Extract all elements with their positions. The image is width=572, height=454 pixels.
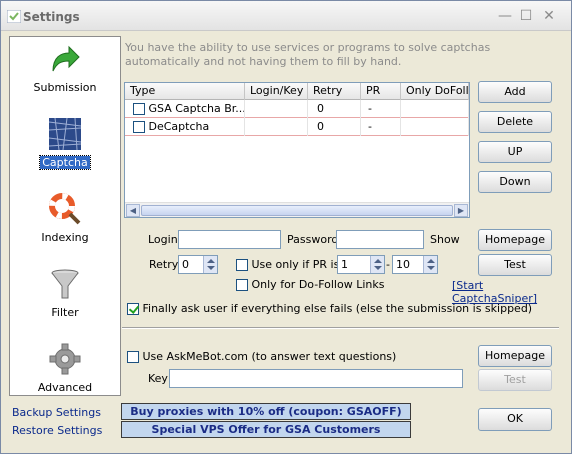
table-row[interactable]: GSA Captcha Br... 0 -	[125, 100, 469, 118]
askmebot-checkbox[interactable]	[127, 351, 139, 363]
add-button[interactable]: Add	[478, 81, 552, 103]
divider	[122, 327, 559, 329]
sidebar-item-captcha[interactable]: Captcha	[10, 114, 120, 188]
finally-ask-option[interactable]: Finally ask user if everything else fail…	[127, 302, 532, 315]
settings-window: Settings — ☐ ✕ Submission Captcha Indexi…	[0, 0, 572, 454]
login-label: Login	[148, 233, 178, 246]
dofollow-checkbox[interactable]	[236, 279, 248, 291]
close-button[interactable]: ✕	[541, 8, 557, 24]
gear-icon	[49, 343, 81, 375]
sidebar-item-submission[interactable]: Submission	[10, 39, 120, 113]
row-login	[245, 100, 308, 118]
pr-range-separator: -	[386, 258, 390, 271]
row-pr: -	[361, 118, 401, 136]
column-header-pr[interactable]: PR	[361, 83, 401, 100]
askmebot-option[interactable]: Use AskMeBot.com (to answer text questio…	[127, 350, 396, 363]
sidebar-item-label: Captcha	[39, 155, 91, 170]
key-input[interactable]	[169, 369, 463, 388]
row-checkbox[interactable]	[133, 121, 145, 133]
sidebar: Submission Captcha Indexing Filter Advan…	[9, 36, 121, 396]
row-pr: -	[361, 100, 401, 118]
finally-ask-checkbox[interactable]	[127, 303, 139, 315]
askmebot-homepage-button[interactable]: Homepage	[478, 345, 552, 367]
horizontal-scrollbar[interactable]: ◀ ▶	[125, 202, 469, 217]
row-dofollow	[401, 100, 469, 118]
table-row[interactable]: DeCaptcha 0 -	[125, 118, 469, 136]
down-button[interactable]: Down	[478, 171, 552, 193]
column-header-type[interactable]: Type	[125, 83, 245, 100]
use-pr-option[interactable]: Use only if PR is	[236, 258, 339, 271]
ok-button[interactable]: OK	[478, 408, 552, 431]
grid-header: Type Login/Key Retry PR Only DoFollow	[125, 83, 469, 100]
row-login	[245, 118, 308, 136]
column-header-retry[interactable]: Retry	[308, 83, 361, 100]
row-checkbox[interactable]	[133, 103, 145, 115]
scroll-thumb[interactable]	[141, 205, 453, 216]
sidebar-item-label: Advanced	[37, 381, 93, 394]
captcha-icon	[49, 118, 81, 150]
up-button[interactable]: UP	[478, 141, 552, 163]
sidebar-item-indexing[interactable]: Indexing	[10, 189, 120, 263]
row-type: DeCaptcha	[148, 120, 210, 133]
pr-to-stepper[interactable]: 10	[392, 255, 438, 274]
spin-icon[interactable]	[203, 256, 217, 273]
pr-to-value: 10	[396, 258, 410, 271]
row-retry: 0	[308, 118, 361, 136]
app-icon	[7, 10, 21, 23]
lifebuoy-magnifier-icon	[49, 193, 81, 225]
dofollow-option[interactable]: Only for Do-Follow Links	[236, 278, 384, 291]
green-arrow-icon	[52, 45, 80, 72]
sidebar-item-label: Submission	[33, 81, 97, 94]
captcha-description: You have the ability to use services or …	[125, 41, 491, 68]
key-label: Key	[148, 372, 168, 385]
spin-icon[interactable]	[423, 256, 437, 273]
vps-offer-banner[interactable]: Special VPS Offer for GSA Customers	[121, 421, 411, 438]
window-title: Settings	[23, 10, 80, 24]
row-retry: 0	[308, 100, 361, 118]
askmebot-test-button[interactable]: Test	[478, 369, 552, 391]
proxies-offer-banner[interactable]: Buy proxies with 10% off (coupon: GSAOFF…	[121, 403, 411, 420]
sidebar-item-advanced[interactable]: Advanced	[10, 339, 120, 413]
show-label[interactable]: Show	[430, 233, 460, 246]
retry-label: Retry	[149, 258, 179, 271]
pr-from-stepper[interactable]: 1	[337, 255, 385, 274]
retry-value: 0	[182, 258, 189, 271]
dofollow-label: Only for Do-Follow Links	[251, 278, 385, 291]
password-input[interactable]	[336, 230, 424, 249]
finally-ask-label: Finally ask user if everything else fail…	[142, 302, 533, 315]
delete-button[interactable]: Delete	[478, 111, 552, 133]
pr-from-value: 1	[341, 258, 348, 271]
backup-settings-link[interactable]: Backup Settings	[12, 406, 101, 419]
scroll-left-icon[interactable]: ◀	[126, 204, 140, 217]
use-pr-label: Use only if PR is	[251, 258, 340, 271]
sidebar-item-filter[interactable]: Filter	[10, 264, 120, 338]
spin-icon[interactable]	[370, 256, 384, 273]
row-type: GSA Captcha Br...	[148, 102, 245, 115]
minimize-button[interactable]: —	[497, 8, 513, 24]
restore-settings-link[interactable]: Restore Settings	[12, 424, 102, 437]
homepage-button[interactable]: Homepage	[478, 229, 552, 251]
funnel-icon	[51, 269, 79, 299]
test-button[interactable]: Test	[478, 254, 552, 276]
row-dofollow	[401, 118, 469, 136]
retry-stepper[interactable]: 0	[178, 255, 218, 274]
password-label: Password	[287, 233, 339, 246]
login-input[interactable]	[178, 230, 281, 249]
use-pr-checkbox[interactable]	[236, 259, 248, 271]
captcha-service-grid[interactable]: Type Login/Key Retry PR Only DoFollow GS…	[124, 82, 470, 218]
scroll-right-icon[interactable]: ▶	[454, 204, 468, 217]
column-header-dofollow[interactable]: Only DoFollow	[401, 83, 469, 100]
title-bar: Settings — ☐ ✕	[1, 1, 571, 31]
askmebot-label: Use AskMeBot.com (to answer text questio…	[142, 350, 397, 363]
column-header-login[interactable]: Login/Key	[245, 83, 308, 100]
maximize-button[interactable]: ☐	[518, 8, 534, 24]
sidebar-item-label: Indexing	[41, 231, 89, 244]
sidebar-item-label: Filter	[51, 306, 79, 319]
